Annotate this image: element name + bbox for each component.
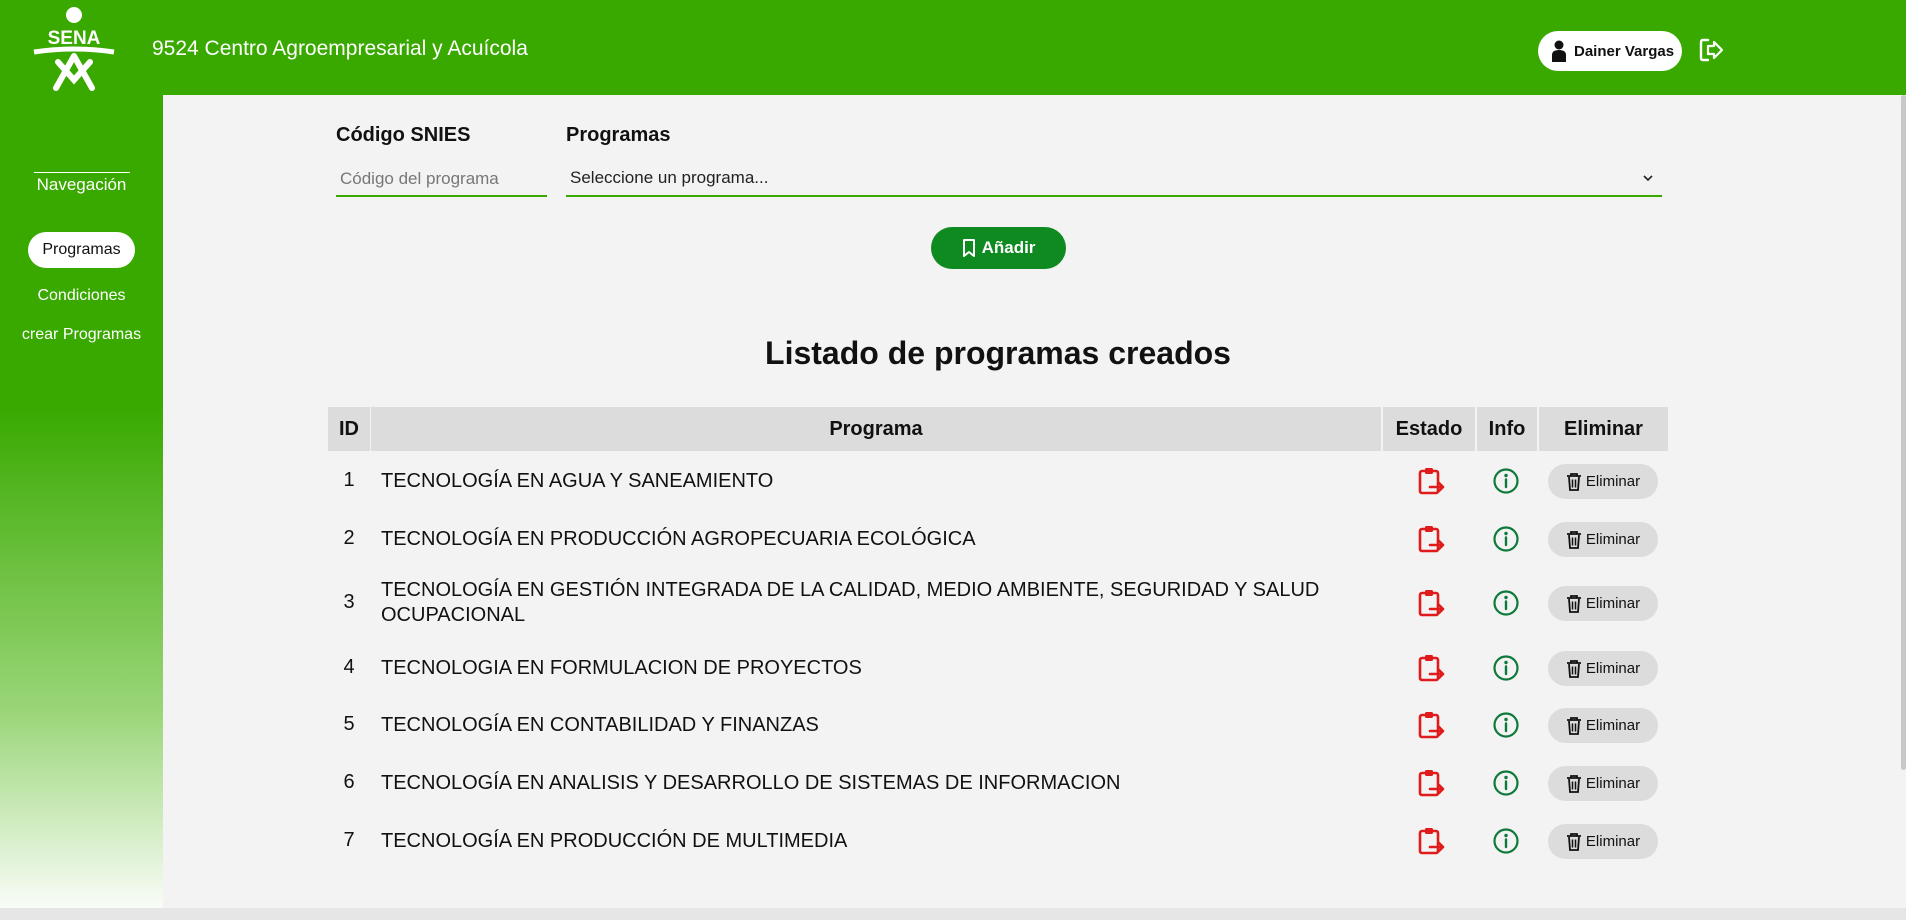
sidebar-item-programas[interactable]: Programas [28, 232, 135, 268]
row-programa: TECNOLOGÍA EN GESTIÓN INTEGRADA DE LA CA… [381, 579, 1320, 626]
column-header-id: ID [328, 407, 370, 451]
column-header-programa: Programa [371, 407, 1381, 451]
user-icon [1552, 40, 1566, 62]
vertical-scrollbar[interactable] [1901, 95, 1906, 770]
row-programa: TECNOLOGÍA EN PRODUCCIÓN AGROPECUARIA EC… [381, 528, 976, 550]
row-id: 4 [343, 656, 355, 678]
horizontal-scrollbar[interactable] [0, 908, 1906, 920]
clipboard-arrow-icon[interactable] [1416, 524, 1446, 554]
logout-icon[interactable] [1697, 36, 1725, 64]
info-circle-icon[interactable] [1492, 711, 1520, 739]
info-circle-icon[interactable] [1492, 467, 1520, 495]
delete-button[interactable]: Eliminar [1548, 824, 1658, 859]
programas-select-value: Seleccione un programa... [570, 167, 769, 187]
delete-button[interactable]: Eliminar [1548, 708, 1658, 743]
svg-text:SENA: SENA [48, 28, 101, 49]
trash-icon [1566, 832, 1581, 851]
delete-button-label: Eliminar [1585, 473, 1641, 490]
delete-button-label: Eliminar [1585, 660, 1641, 677]
trash-icon [1566, 472, 1581, 491]
clipboard-arrow-icon[interactable] [1416, 588, 1446, 618]
row-programa: TECNOLOGIA EN FORMULACION DE PROYECTOS [381, 657, 862, 679]
add-button[interactable]: Añadir [931, 227, 1066, 269]
delete-button[interactable]: Eliminar [1548, 464, 1658, 499]
row-id: 6 [343, 771, 355, 793]
delete-button-label: Eliminar [1585, 595, 1641, 612]
trash-icon [1566, 774, 1581, 793]
delete-button-label: Eliminar [1585, 531, 1641, 548]
clipboard-arrow-icon[interactable] [1416, 466, 1446, 496]
row-id: 2 [343, 527, 355, 549]
column-header-info: Info [1477, 407, 1537, 451]
list-title: Listado de programas creados [765, 335, 1231, 371]
delete-button[interactable]: Eliminar [1548, 522, 1658, 557]
clipboard-arrow-icon[interactable] [1416, 653, 1446, 683]
top-bar: SENA 9524 Centro Agroempresarial y Acuíc… [0, 0, 1906, 95]
center-title: 9524 Centro Agroempresarial y Acuícola [152, 37, 528, 60]
trash-icon [1566, 594, 1581, 613]
programas-label: Programas [566, 124, 671, 146]
delete-button-label: Eliminar [1585, 717, 1641, 734]
delete-button[interactable]: Eliminar [1548, 766, 1658, 801]
user-name: Dainer Vargas [1574, 42, 1675, 60]
chevron-down-icon [1643, 174, 1653, 181]
row-programa: TECNOLOGÍA EN ANALISIS Y DESARROLLO DE S… [381, 772, 1121, 794]
snies-label: Código SNIES [336, 124, 471, 146]
delete-button[interactable]: Eliminar [1548, 651, 1658, 686]
user-menu[interactable]: Dainer Vargas [1538, 31, 1682, 71]
row-id: 7 [343, 829, 355, 851]
sidebar-item-condiciones[interactable]: Condiciones [0, 287, 163, 305]
sena-logo: SENA [33, 7, 115, 91]
row-programa: TECNOLOGÍA EN CONTABILIDAD Y FINANZAS [381, 714, 819, 736]
clipboard-arrow-icon[interactable] [1416, 826, 1446, 856]
programas-select[interactable]: Seleccione un programa... [566, 160, 1662, 197]
sidebar-item-crear-programas[interactable]: crear Programas [0, 326, 163, 344]
column-header-estado: Estado [1383, 407, 1475, 451]
row-programa: TECNOLOGÍA EN AGUA Y SANEAMIENTO [381, 470, 774, 492]
delete-button[interactable]: Eliminar [1548, 586, 1658, 621]
info-circle-icon[interactable] [1492, 525, 1520, 553]
trash-icon [1566, 530, 1581, 549]
add-button-label: Añadir [981, 238, 1036, 257]
info-circle-icon[interactable] [1492, 654, 1520, 682]
row-programa: TECNOLOGÍA EN PRODUCCIÓN DE MULTIMEDIA [381, 830, 848, 852]
clipboard-arrow-icon[interactable] [1416, 768, 1446, 798]
nav-title: Navegación [36, 175, 127, 194]
trash-icon [1566, 659, 1581, 678]
info-circle-icon[interactable] [1492, 589, 1520, 617]
bookmark-icon [962, 239, 975, 257]
info-circle-icon[interactable] [1492, 827, 1520, 855]
row-id: 1 [343, 469, 355, 491]
trash-icon [1566, 716, 1581, 735]
sidebar: Navegación Programas Condiciones crear P… [0, 95, 163, 920]
row-id: 3 [343, 591, 355, 613]
row-id: 5 [343, 713, 355, 735]
delete-button-label: Eliminar [1585, 833, 1641, 850]
delete-button-label: Eliminar [1585, 775, 1641, 792]
snies-input[interactable] [336, 162, 547, 197]
info-circle-icon[interactable] [1492, 769, 1520, 797]
nav-divider [34, 172, 130, 173]
column-header-eliminar: Eliminar [1539, 407, 1668, 451]
clipboard-arrow-icon[interactable] [1416, 710, 1446, 740]
